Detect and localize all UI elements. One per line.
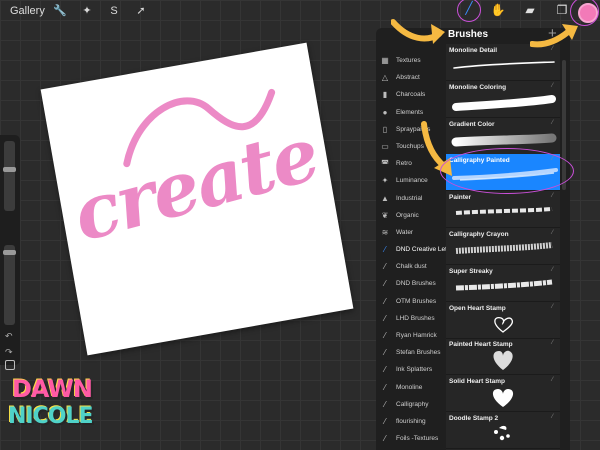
- brush-set-label: Industrial: [396, 194, 423, 202]
- brush-item[interactable]: Doodle Stamp 2 ⁄: [446, 412, 560, 449]
- sidebar-sliders: ↶ ↷: [0, 135, 20, 370]
- brush-set-label: DND Brushes: [396, 280, 436, 288]
- brush-stroke-icon: ⁄: [384, 434, 386, 444]
- sparkle-icon: ✦: [381, 176, 389, 186]
- brush-item[interactable]: Painted Heart Stamp ⁄: [446, 338, 560, 376]
- brush-library-panel: Brushes + ▦ Textures △ Abstract ▮ Charcoals ● E…: [376, 28, 570, 450]
- brush-set-item[interactable]: ⁄ OTM Brushes: [376, 294, 446, 311]
- brush-set-label: LHD Brushes: [396, 314, 435, 322]
- leaf-icon: ❦: [381, 210, 389, 220]
- brush-stroke-icon: ⁄: [384, 348, 386, 358]
- modify-button[interactable]: [5, 360, 15, 370]
- layers-icon[interactable]: ❐: [553, 1, 571, 19]
- brush-set-label: Foils -Textures: [396, 435, 439, 443]
- smudge-icon[interactable]: ✋: [489, 1, 507, 19]
- top-toolbar: Gallery 🔧 ✦ S ➚ ╱ ✋ ▰ ❐: [0, 0, 600, 23]
- brush-set-item[interactable]: ⁄ Chalk dust: [376, 259, 446, 276]
- brush-item[interactable]: Super Streaky ⁄: [446, 265, 560, 302]
- dawn-nicole-logo: DAWN NICOLE: [8, 375, 93, 437]
- brush-set-item[interactable]: ⁄ flourishing: [376, 414, 446, 431]
- brush-set-item[interactable]: ≋ Water: [376, 225, 446, 242]
- redo-icon[interactable]: ↷: [5, 347, 13, 358]
- brush-set-item[interactable]: ⁄ Ink Splatters: [376, 362, 446, 379]
- brush-set-label: Ryan Hamrick: [396, 332, 437, 339]
- brush-set-item[interactable]: ⁄ Stefan Brushes: [376, 345, 446, 362]
- brush-set-label: Chalk dust: [396, 263, 427, 271]
- brush-item[interactable]: Painter ⁄: [446, 191, 560, 229]
- charcoal-icon: ▮: [382, 90, 388, 100]
- drawing-canvas[interactable]: create: [40, 42, 354, 356]
- brush-set-item[interactable]: ⁄ Monoline: [376, 380, 446, 397]
- brush-stroke-icon: ⁄: [384, 416, 386, 426]
- spraycan-icon: ▯: [382, 124, 388, 134]
- brush-set-label: Monoline: [396, 383, 423, 391]
- wrench-icon[interactable]: 🔧: [52, 3, 68, 19]
- brush-set-label: Charcoals: [396, 91, 426, 99]
- annotation-arrow-brush: [391, 19, 445, 44]
- opacity-slider[interactable]: [3, 245, 16, 325]
- elements-icon: ●: [382, 107, 388, 117]
- eraser-icon[interactable]: ▰: [521, 1, 539, 19]
- brush-item[interactable]: Open Heart Stamp ⁄: [446, 302, 560, 339]
- brush-set-label: OTM Brushes: [396, 297, 437, 305]
- brush-item[interactable]: Calligraphy Crayon ⁄: [446, 228, 560, 265]
- brush-set-label: Calligraphy: [396, 400, 429, 408]
- brush-set-label: Organic: [396, 211, 419, 219]
- brush-set-item[interactable]: ⁄ DND Brushes: [376, 276, 446, 293]
- gallery-button[interactable]: Gallery: [10, 5, 45, 17]
- brush-set-item[interactable]: △ Abstract: [376, 70, 446, 87]
- brush-stroke-icon: ⁄: [384, 296, 386, 306]
- selection-icon[interactable]: S: [106, 3, 122, 19]
- brush-icon[interactable]: ╱: [457, 0, 481, 22]
- transform-arrow-icon[interactable]: ➚: [133, 3, 149, 19]
- brush-set-label: Textures: [396, 57, 421, 64]
- brush-stroke-icon: ⁄: [384, 245, 386, 255]
- brush-list: Monoline Detail ⁄ Monoline Coloring ⁄ Gradie…: [446, 44, 560, 450]
- brush-stroke-icon: ⁄: [384, 279, 386, 289]
- magic-wand-icon[interactable]: ✦: [79, 3, 95, 19]
- brush-stroke-icon: ⁄: [384, 399, 386, 409]
- annotation-ring-selected-brush: [440, 148, 574, 194]
- brush-set-label: Water: [396, 228, 414, 236]
- anvil-icon: ▲: [381, 193, 389, 203]
- brush-stroke-icon: ⁄: [384, 331, 386, 340]
- brush-stroke-icon: ⁄: [384, 365, 386, 375]
- undo-icon[interactable]: ↶: [5, 331, 13, 342]
- brush-size-knob[interactable]: [3, 167, 16, 172]
- brush-size-slider[interactable]: [3, 141, 16, 211]
- logo-line-2: NICOLE: [8, 404, 93, 429]
- brush-stroke-icon: ⁄: [384, 262, 386, 272]
- touchup-icon: ▭: [381, 141, 389, 151]
- brush-set-item[interactable]: ▦ Textures: [376, 53, 446, 70]
- brush-set-label: Retro: [396, 160, 412, 168]
- brush-set-item[interactable]: ▲ Industrial: [376, 191, 446, 208]
- brush-set-label: flourishing: [396, 417, 426, 425]
- annotation-arrow-color: [530, 24, 578, 48]
- retro-icon: ◚: [381, 159, 389, 169]
- triangle-icon: △: [381, 73, 389, 83]
- brush-set-item[interactable]: ⁄ LHD Brushes: [376, 311, 446, 328]
- brush-set-item[interactable]: ⁄ DND Creative Letteri...: [376, 242, 461, 259]
- logo-line-1: DAWN: [12, 375, 93, 403]
- brush-stroke-icon: ⁄: [384, 313, 386, 323]
- brush-item[interactable]: Solid Heart Stamp ⁄: [446, 375, 560, 413]
- brush-set-label: Abstract: [396, 74, 420, 82]
- waves-icon: ≋: [381, 227, 389, 237]
- textures-icon: ▦: [381, 56, 389, 65]
- opacity-knob[interactable]: [3, 250, 16, 255]
- brush-set-item[interactable]: ▮ Charcoals: [376, 87, 446, 104]
- brush-item[interactable]: Monoline Coloring ⁄: [446, 81, 560, 118]
- brush-set-item[interactable]: ⁄ Calligraphy: [376, 397, 446, 414]
- brush-set-item[interactable]: ❦ Organic: [376, 208, 446, 225]
- brush-set-item[interactable]: ⁄ Ryan Hamrick: [376, 328, 446, 345]
- brush-library-title: Brushes: [448, 29, 489, 40]
- brush-stroke-icon: ⁄: [384, 382, 386, 392]
- brush-set-item[interactable]: ⁄ Foils -Textures: [376, 431, 446, 448]
- brush-set-label: Elements: [396, 108, 424, 116]
- brush-set-list: ▦ Textures △ Abstract ▮ Charcoals ● Elements ▯ Sp…: [376, 53, 461, 448]
- brush-set-label: Ink Splatters: [396, 366, 433, 374]
- brush-set-label: Stefan Brushes: [396, 349, 441, 357]
